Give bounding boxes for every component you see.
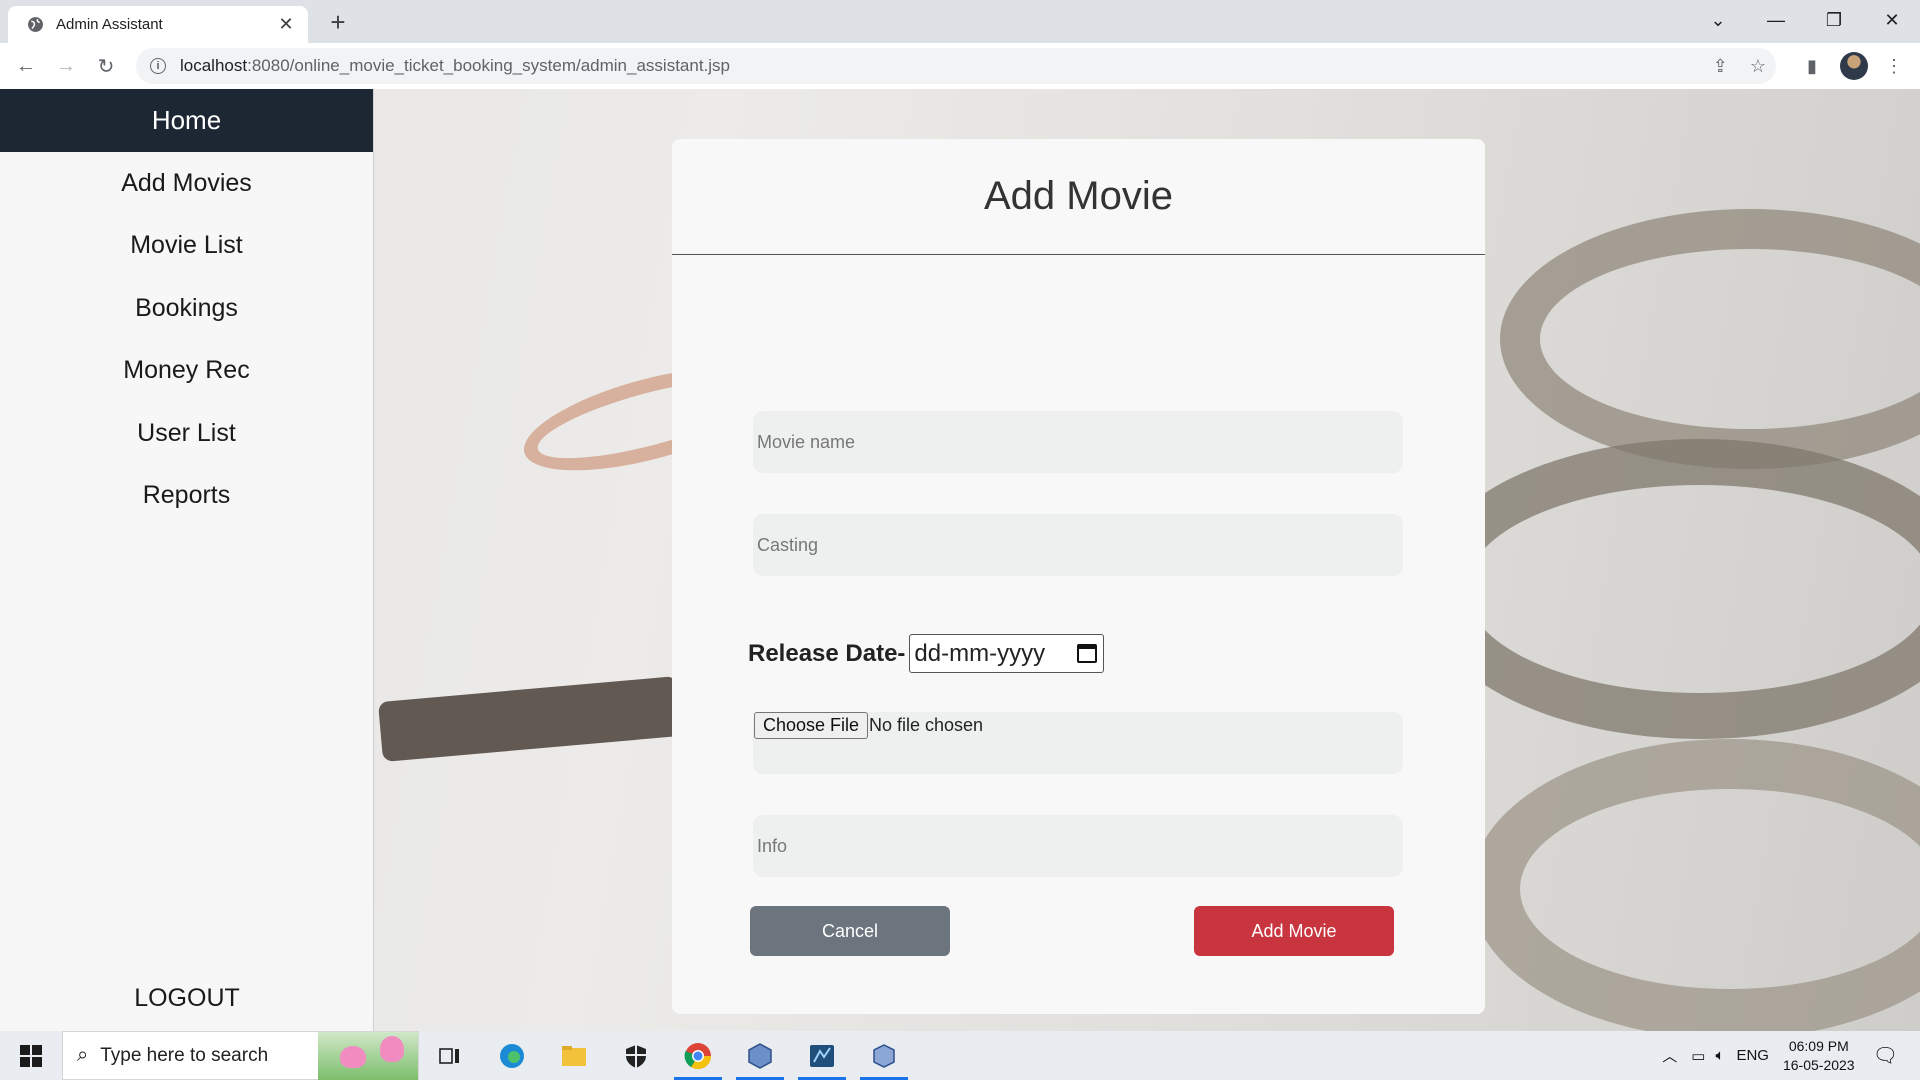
side-panel-icon[interactable]: ▮ (1792, 43, 1832, 89)
browser-tabstrip: Admin Assistant ✕ + ⌄ — ❐ ✕ (0, 0, 1920, 43)
taskbar-search-input[interactable]: ⌕ Type here to search (62, 1031, 419, 1080)
logout-link[interactable]: LOGOUT (0, 973, 374, 1023)
sidebar-item-bookings[interactable]: Bookings (0, 277, 373, 340)
chrome-icon[interactable] (668, 1031, 728, 1080)
date-placeholder: dd-mm-yyyy (914, 639, 1046, 667)
sidebar-item-money-rec[interactable]: Money Rec (0, 340, 373, 403)
page-content: Home Add Movies Movie List Bookings Mone… (0, 89, 1920, 1031)
clock-time: 06:09 PM (1788, 1037, 1849, 1054)
tab-title: Admin Assistant (56, 16, 163, 33)
file-explorer-icon[interactable] (544, 1031, 604, 1080)
forward-icon[interactable]: → (46, 46, 86, 86)
notifications-icon[interactable]: 🗨︎ (1873, 1043, 1898, 1068)
back-icon[interactable]: ← (6, 46, 46, 86)
restore-icon[interactable]: ❐ (1806, 0, 1862, 40)
sidebar-item-add-movies[interactable]: Add Movies (0, 152, 373, 215)
reload-icon[interactable]: ↻ (86, 46, 126, 86)
globe-icon (26, 16, 44, 34)
minimize-icon[interactable]: — (1748, 0, 1804, 40)
casting-input[interactable]: Casting (753, 514, 1403, 576)
sidebar-item-reports[interactable]: Reports (0, 465, 373, 528)
tab-search-icon[interactable]: ⌄ (1690, 0, 1746, 40)
profile-avatar[interactable] (1834, 43, 1874, 89)
calendar-icon[interactable] (1077, 644, 1098, 663)
show-hidden-icons-icon[interactable]: ︿ (1662, 1045, 1677, 1066)
windows-start-icon[interactable] (0, 1031, 62, 1080)
battery-icon[interactable]: ▭ (1691, 1047, 1705, 1065)
address-bar[interactable]: i localhost:8080/online_movie_ticket_boo… (136, 48, 1776, 84)
close-window-icon[interactable]: ✕ (1864, 0, 1920, 40)
no-file-text: No file chosen (869, 715, 984, 735)
task-view-icon[interactable] (420, 1031, 480, 1080)
sidebar-item-home[interactable]: Home (0, 89, 373, 152)
site-info-icon[interactable]: i (150, 58, 166, 74)
share-icon[interactable]: ⇪ (1713, 56, 1728, 77)
release-date-label: Release Date- (748, 639, 906, 667)
url-text: localhost:8080/online_movie_ticket_booki… (180, 56, 730, 75)
clock-date: 16-05-2023 (1782, 1056, 1855, 1073)
search-placeholder: Type here to search (100, 1044, 269, 1066)
virtualbox-icon[interactable] (730, 1031, 790, 1080)
bookmark-star-icon[interactable]: ☆ (1750, 56, 1766, 77)
release-date-row: Release Date- dd-mm-yyyy (748, 634, 1105, 673)
add-movie-form: Add Movie Movie name Casting Release Dat… (672, 139, 1485, 1014)
more-menu-icon[interactable]: ⋮ (1874, 43, 1914, 89)
cancel-button[interactable]: Cancel (750, 906, 950, 956)
sidebar-item-movie-list[interactable]: Movie List (0, 215, 373, 278)
virtualbox-vm-icon[interactable] (854, 1031, 914, 1080)
browser-toolbar: ← → ↻ i localhost:8080/online_movie_tick… (0, 43, 1920, 89)
browser-tab[interactable]: Admin Assistant ✕ (8, 6, 308, 43)
system-tray: ︿ ▭ 🔈︎ ENG 06:09 PM 16-05-2023 🗨︎ (1662, 1031, 1920, 1080)
form-title: Add Movie (672, 139, 1485, 255)
security-shield-icon[interactable] (606, 1031, 666, 1080)
edge-browser-icon[interactable] (482, 1031, 542, 1080)
release-date-input[interactable]: dd-mm-yyyy (909, 634, 1105, 673)
sidebar: Home Add Movies Movie List Bookings Mone… (0, 89, 374, 1031)
poster-file-field: Choose File No file chosen (753, 712, 1403, 774)
volume-icon[interactable]: 🔈︎ (1715, 1047, 1724, 1064)
close-tab-icon[interactable]: ✕ (276, 14, 296, 35)
mysql-workbench-icon[interactable] (792, 1031, 852, 1080)
taskbar: ⌕ Type here to search ︿ ▭ 🔈︎ ENG 06:09 P… (0, 1031, 1920, 1080)
info-input[interactable]: Info (753, 815, 1403, 877)
sidebar-item-user-list[interactable]: User List (0, 402, 373, 465)
language-indicator[interactable]: ENG (1736, 1047, 1769, 1064)
add-movie-button[interactable]: Add Movie (1194, 906, 1394, 956)
search-icon: ⌕ (77, 1044, 89, 1066)
choose-file-button[interactable]: Choose File (754, 712, 869, 739)
clock[interactable]: 06:09 PM 16-05-2023 (1783, 1037, 1855, 1075)
lotus-highlight-icon (318, 1032, 418, 1080)
new-tab-icon[interactable]: + (324, 8, 352, 36)
movie-name-input[interactable]: Movie name (753, 411, 1403, 473)
